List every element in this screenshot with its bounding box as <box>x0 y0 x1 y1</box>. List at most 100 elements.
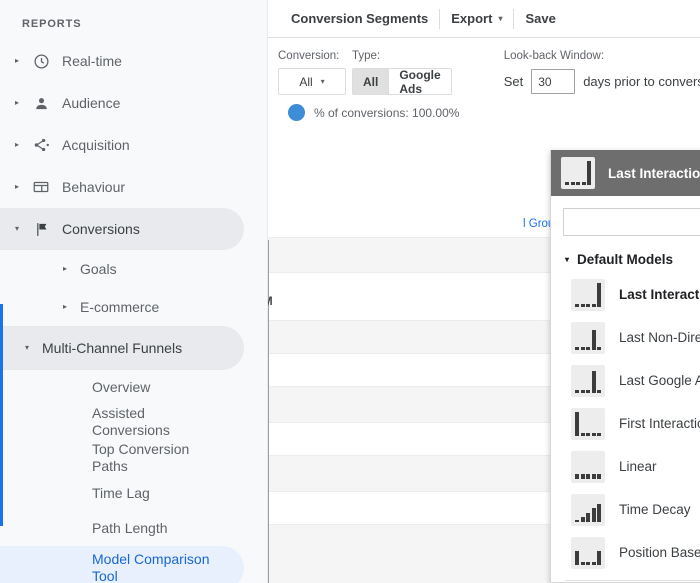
left-sidebar: REPORTS ▸ Real-time ▸ Audience ▸ Acquisi… <box>0 0 268 583</box>
sidebar-subitem-label: Overview <box>92 378 151 395</box>
model-time-decay-icon <box>571 493 605 526</box>
sidebar-item-goals[interactable]: ▸ Goals <box>0 250 267 288</box>
sidebar-item-audience[interactable]: ▸ Audience <box>0 82 267 124</box>
model-option-last-interaction[interactable]: Last Interaction <box>551 273 700 316</box>
sidebar-subitem-label: Assisted Conversions <box>92 405 170 438</box>
model-icon-bars <box>575 282 601 307</box>
sidebar-item-label: Audience <box>62 95 121 111</box>
model-search-box[interactable] <box>563 208 700 236</box>
main-content: Conversion Segments Export ▾ Save Conver… <box>268 0 700 583</box>
model-option-label: First Interaction <box>619 416 700 431</box>
model-last-interaction-icon <box>561 157 595 189</box>
sidebar-item-top-conversion-paths[interactable]: Top Conversion Paths <box>0 440 267 476</box>
sidebar-item-time-lag[interactable]: Time Lag <box>0 476 267 510</box>
model-icon-bars <box>575 498 601 522</box>
conversion-label: Conversion: <box>278 50 340 62</box>
model-option-label: Position Based <box>619 545 700 560</box>
model-option-label: Linear <box>619 459 657 474</box>
model-selector-header[interactable]: Last Interaction ▾ <box>551 150 700 196</box>
sidebar-item-multi-channel-funnels[interactable]: ▾ Multi-Channel Funnels <box>0 326 244 370</box>
chevron-right-icon[interactable]: ▸ <box>56 303 74 311</box>
model-selector-title: Last Interaction <box>608 165 700 181</box>
model-option-first-interaction[interactable]: First Interaction <box>551 402 700 445</box>
clock-icon <box>26 53 56 70</box>
chevron-right-icon[interactable]: ▸ <box>8 57 26 65</box>
model-option-last-non-direct-click[interactable]: Last Non-Direct Click <box>551 316 700 359</box>
chevron-down-icon[interactable]: ▾ <box>8 225 26 233</box>
type-filter: Type: All Google Ads <box>352 50 452 95</box>
type-segmented-control: All Google Ads <box>352 68 452 95</box>
lookback-label: Look-back Window: <box>503 50 605 62</box>
sidebar-subitem-label: Goals <box>80 260 117 277</box>
panel-divider <box>565 580 700 581</box>
chevron-right-icon[interactable]: ▸ <box>8 99 26 107</box>
window-icon <box>26 178 56 196</box>
sidebar-subitem-label: Time Lag <box>92 484 150 501</box>
lookback-window: Look-back Window: Set days prior to conv… <box>504 50 700 95</box>
app-root: REPORTS ▸ Real-time ▸ Audience ▸ Acquisi… <box>0 0 700 583</box>
model-option-label: Last Non-Direct Click <box>619 330 700 345</box>
chevron-right-icon[interactable]: ▸ <box>8 141 26 149</box>
conversion-percentage-label: % of conversions: 100.00% <box>314 105 460 120</box>
sidebar-item-real-time[interactable]: ▸ Real-time <box>0 40 267 82</box>
model-icon-bars <box>575 326 601 350</box>
conversion-dot-icon <box>288 104 305 121</box>
default-models-group-label: Default Models <box>577 252 674 267</box>
conversion-percentage: % of conversions: 100.00% <box>288 104 700 121</box>
table-left-border <box>268 240 269 583</box>
person-icon <box>26 95 56 112</box>
top-toolbar: Conversion Segments Export ▾ Save <box>268 0 700 38</box>
flag-icon <box>26 221 56 238</box>
lookback-days-input[interactable] <box>531 69 576 94</box>
type-option-all[interactable]: All <box>353 69 389 94</box>
conversion-filter: Conversion: All ▾ <box>278 50 346 95</box>
model-icon-bars <box>575 541 601 565</box>
save-button[interactable]: Save <box>514 9 566 29</box>
sidebar-item-behaviour[interactable]: ▸ Behaviour <box>0 166 267 208</box>
sidebar-item-model-comparison-tool[interactable]: Model Comparison Tool <box>0 546 244 583</box>
sidebar-item-label: Conversions <box>62 221 140 237</box>
conversion-select[interactable]: All ▾ <box>278 68 346 95</box>
model-option-last-google-ads-click[interactable]: Last Google Ads Click <box>551 359 700 402</box>
chevron-down-icon[interactable]: ▾ <box>565 255 569 264</box>
model-last-interaction-icon <box>571 278 605 311</box>
model-option-linear[interactable]: Linear <box>551 445 700 488</box>
sidebar-item-acquisition[interactable]: ▸ Acquisition <box>0 124 267 166</box>
model-last-google-ads-click-icon <box>571 364 605 397</box>
sidebar-subitem-label: Multi-Channel Funnels <box>42 339 183 356</box>
model-option-position-based[interactable]: Position Based <box>551 531 700 574</box>
model-option-time-decay[interactable]: Time Decay <box>551 488 700 531</box>
sidebar-item-path-length[interactable]: Path Length <box>0 510 267 546</box>
chevron-down-icon: ▾ <box>498 13 503 23</box>
default-models-group-header[interactable]: ▾ Default Models <box>551 236 700 273</box>
sidebar-item-label: Acquisition <box>62 137 130 153</box>
share-icon <box>26 136 56 154</box>
model-selector-dropdown: Last Interaction ▾ ▾ Default Models <box>550 150 700 583</box>
chevron-right-icon[interactable]: ▸ <box>8 183 26 191</box>
model-option-label: Last Google Ads Click <box>619 373 700 388</box>
model-option-label: Last Interaction <box>619 287 700 302</box>
type-option-google-ads[interactable]: Google Ads <box>388 69 451 94</box>
model-icon-bars <box>575 455 601 479</box>
reports-section-label: REPORTS <box>22 18 82 30</box>
sidebar-item-label: Behaviour <box>62 179 126 195</box>
model-option-label: Time Decay <box>619 502 691 517</box>
model-search <box>551 196 700 236</box>
model-last-non-direct-click-icon <box>571 321 605 354</box>
sidebar-subitem-label: Model Comparison Tool <box>92 551 210 583</box>
report-controls: Conversion: All ▾ Type: All Google Ads L… <box>268 38 700 132</box>
model-icon-bars <box>575 369 601 393</box>
sidebar-subitem-label: Path Length <box>92 519 168 536</box>
model-search-input[interactable] <box>564 209 700 235</box>
chevron-right-icon[interactable]: ▸ <box>56 265 74 273</box>
sidebar-item-assisted-conversions[interactable]: Assisted Conversions <box>0 404 267 440</box>
sidebar-item-conversions[interactable]: ▾ Conversions <box>0 208 244 250</box>
sidebar-item-overview[interactable]: Overview <box>0 370 267 404</box>
conversion-segments-button[interactable]: Conversion Segments <box>280 8 441 29</box>
chevron-down-icon: ▾ <box>320 77 325 86</box>
model-icon-bars <box>575 411 601 436</box>
export-button[interactable]: Export ▾ <box>440 8 515 29</box>
chevron-down-icon[interactable]: ▾ <box>18 344 36 352</box>
sidebar-item-ecommerce[interactable]: ▸ E-commerce <box>0 288 267 326</box>
lookback-prefix: Set <box>503 74 524 89</box>
